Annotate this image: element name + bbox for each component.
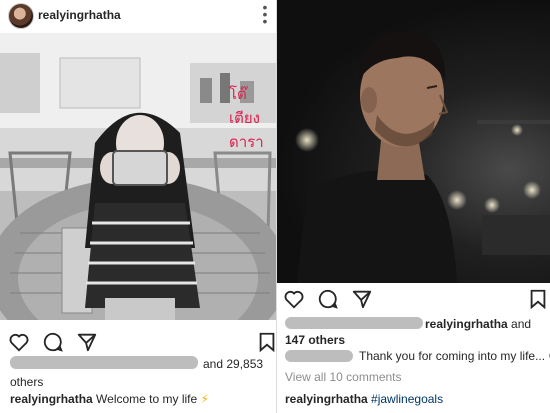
comment-text: Thank you for coming into my life... xyxy=(359,349,546,363)
post-username[interactable]: realyingrhatha xyxy=(38,8,121,22)
likes-count: and 29,853 xyxy=(203,357,264,371)
view-all-comments[interactable]: View all 10 comments xyxy=(285,370,402,384)
vertical-dots-icon[interactable]: • • • xyxy=(262,0,268,28)
bookmark-icon[interactable] xyxy=(256,331,276,353)
post-caption: realyingrhatha #jawlinegoals xyxy=(285,392,443,406)
send-icon[interactable] xyxy=(76,331,98,353)
photo-man-profile xyxy=(295,31,550,283)
caption-username[interactable]: realyingrhatha xyxy=(10,392,93,406)
send-icon[interactable] xyxy=(351,288,373,310)
comment: Thank you for coming into my life... 😊 xyxy=(359,349,550,363)
watermark-text: โต๊เตียงดารา xyxy=(229,85,264,151)
redacted-likers xyxy=(285,317,423,329)
redacted-commenter xyxy=(285,350,353,362)
photo-woman-with-phone xyxy=(0,33,276,320)
caption-text: Welcome to my life xyxy=(96,392,198,406)
likes-others[interactable]: others xyxy=(10,375,43,389)
comment-icon[interactable] xyxy=(42,331,64,353)
heart-icon[interactable] xyxy=(283,288,305,310)
right-post: realyingrhatha and 147 others Thank you … xyxy=(277,0,550,413)
left-post: realyingrhatha • • • โต๊เตียงดารา and 29… xyxy=(0,0,276,413)
likes-others[interactable]: 147 others xyxy=(285,333,345,347)
post-photo[interactable] xyxy=(277,0,550,283)
liked-by-and: and xyxy=(511,317,532,331)
action-bar xyxy=(8,331,275,355)
liked-by-line: realyingrhatha and xyxy=(425,317,531,331)
caption-hashtag[interactable]: #jawlinegoals xyxy=(371,392,443,406)
post-header: realyingrhatha • • • xyxy=(0,0,276,30)
post-caption: realyingrhatha Welcome to my life ⚡ xyxy=(10,392,209,406)
action-bar xyxy=(283,288,546,312)
liked-by-username[interactable]: realyingrhatha xyxy=(425,317,508,331)
comment-icon[interactable] xyxy=(317,288,339,310)
avatar[interactable] xyxy=(8,3,34,29)
bookmark-icon[interactable] xyxy=(527,288,549,310)
lightning-icon: ⚡ xyxy=(200,392,209,406)
redacted-likers xyxy=(10,356,198,369)
post-photo[interactable]: โต๊เตียงดารา xyxy=(0,33,276,320)
caption-username[interactable]: realyingrhatha xyxy=(285,392,368,406)
heart-icon[interactable] xyxy=(8,331,30,353)
